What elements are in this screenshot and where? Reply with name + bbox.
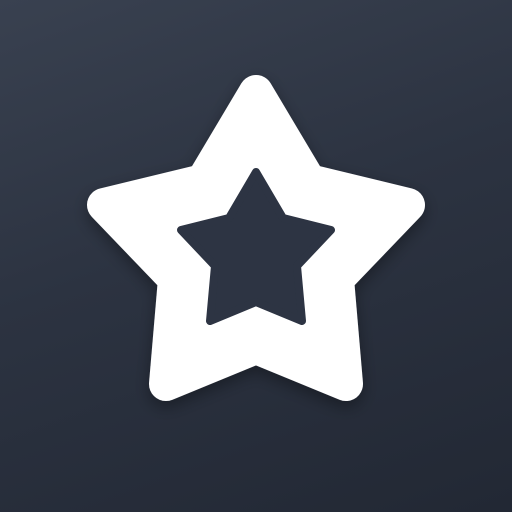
app-icon-tile bbox=[0, 0, 512, 512]
star-outline-icon bbox=[87, 75, 425, 401]
